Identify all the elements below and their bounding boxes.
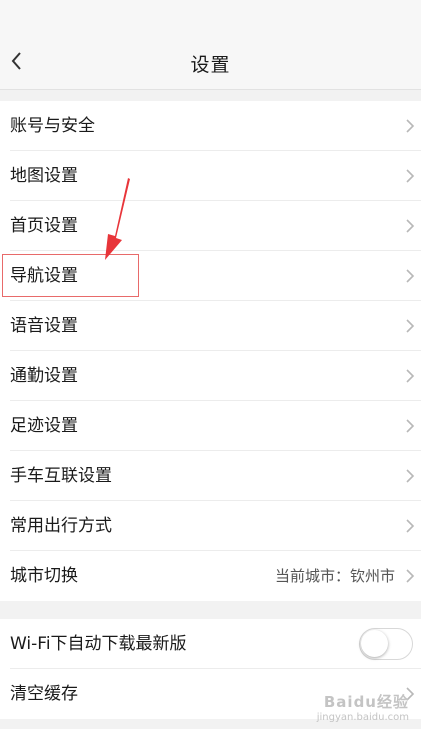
settings-item-wifi-auto-download: Wi-Fi下自动下载最新版 (0, 619, 421, 669)
settings-item-home[interactable]: 首页设置 (0, 201, 421, 251)
settings-item-label: 地图设置 (10, 166, 78, 186)
settings-item-label: 城市切换 (10, 566, 78, 586)
settings-item-footprint[interactable]: 足迹设置 (0, 401, 421, 451)
toggle-knob (361, 630, 388, 657)
chevron-right-icon (406, 469, 415, 483)
watermark-logo: Baidu经验 (323, 693, 409, 711)
settings-item-travel-mode[interactable]: 常用出行方式 (0, 501, 421, 551)
chevron-right-icon (406, 169, 415, 183)
annotation-arrow-icon (105, 178, 130, 260)
watermark-url: jingyan.baidu.com (316, 712, 409, 723)
settings-item-label: 通勤设置 (10, 366, 78, 386)
settings-item-label: 足迹设置 (10, 416, 78, 436)
chevron-right-icon (406, 219, 415, 233)
settings-item-label: 手车互联设置 (10, 466, 112, 486)
chevron-right-icon (406, 369, 415, 383)
settings-item-label: Wi-Fi下自动下载最新版 (10, 634, 187, 654)
settings-item-label: 常用出行方式 (10, 516, 112, 536)
settings-item-voice[interactable]: 语音设置 (0, 301, 421, 351)
settings-item-city-switch[interactable]: 城市切换 当前城市：钦州市 (0, 551, 421, 601)
chevron-right-icon (406, 519, 415, 533)
current-city-value: 当前城市：钦州市 (274, 567, 395, 585)
settings-item-commute[interactable]: 通勤设置 (0, 351, 421, 401)
chevron-right-icon (406, 419, 415, 433)
chevron-right-icon (406, 269, 415, 283)
chevron-right-icon (406, 319, 415, 333)
settings-item-label: 清空缓存 (10, 684, 78, 704)
settings-group-main: 账号与安全 地图设置 首页设置 导航设置 语音设置 通勤设置 足迹设置 手车互联… (0, 101, 421, 601)
settings-item-label: 首页设置 (10, 216, 78, 236)
chevron-right-icon (406, 569, 415, 583)
page-title: 设置 (190, 54, 231, 76)
settings-item-label: 账号与安全 (10, 116, 95, 136)
settings-item-label: 语音设置 (10, 316, 78, 336)
settings-item-map[interactable]: 地图设置 (0, 151, 421, 201)
chevron-right-icon (406, 119, 415, 133)
wifi-auto-download-toggle[interactable] (359, 628, 413, 660)
watermark: Baidu经验 jingyan.baidu.com (317, 691, 409, 723)
settings-item-phone-car-link[interactable]: 手车互联设置 (0, 451, 421, 501)
header-bar: 设置 (0, 0, 421, 90)
settings-item-account-security[interactable]: 账号与安全 (0, 101, 421, 151)
